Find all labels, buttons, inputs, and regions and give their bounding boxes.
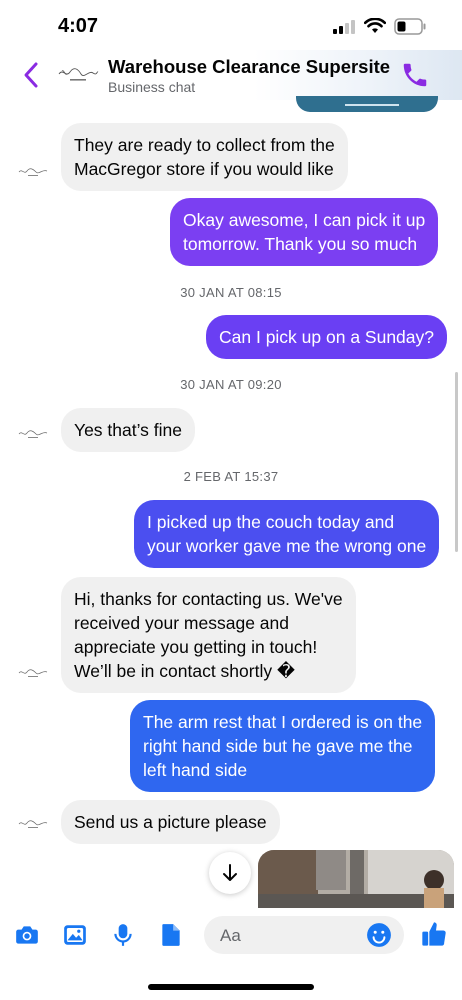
- message-line: tomorrow. Thank you so much: [183, 234, 418, 254]
- business-avatar: [18, 430, 48, 438]
- wifi-icon: [364, 18, 386, 33]
- home-indicator[interactable]: [148, 984, 314, 990]
- timestamp-divider: 30 JAN AT 09:20: [180, 377, 282, 392]
- emoji-icon[interactable]: [366, 922, 392, 948]
- message-line: Okay awesome, I can pick it up: [183, 210, 426, 230]
- status-time: 4:07: [58, 15, 99, 37]
- message-bubble-outgoing[interactable]: I picked up the couch today and your wor…: [134, 500, 440, 568]
- message-input-placeholder: Aa: [220, 926, 241, 945]
- scroll-to-bottom-button[interactable]: [209, 852, 251, 894]
- message-line: Yes that’s fine: [74, 420, 182, 440]
- thumbs-up-icon[interactable]: [420, 920, 448, 948]
- business-avatar: [18, 669, 48, 677]
- status-bar: 4:07: [0, 0, 462, 50]
- message-line: We’ll be in contact shortly �: [74, 661, 295, 681]
- message-line: left hand side: [143, 760, 248, 780]
- message-line: They are ready to collect from the: [74, 135, 335, 155]
- message-line: Can I pick up on a Sunday?: [219, 327, 435, 347]
- photo-preview: [258, 850, 454, 908]
- message-line: I picked up the couch today and: [147, 512, 395, 532]
- timestamp-divider: 2 FEB AT 15:37: [183, 469, 279, 484]
- photo-attachment[interactable]: [258, 850, 454, 908]
- battery-icon: [394, 18, 426, 35]
- chat-title: Warehouse Clearance Supersite: [108, 56, 391, 77]
- back-chevron-icon[interactable]: [20, 58, 44, 92]
- message-line: The arm rest that I ordered is on the: [143, 712, 423, 732]
- phone-call-icon[interactable]: [400, 60, 430, 90]
- message-bubble-outgoing[interactable]: Can I pick up on a Sunday?: [206, 315, 448, 359]
- business-avatar: [18, 168, 48, 176]
- business-logo[interactable]: [56, 56, 100, 92]
- document-icon[interactable]: [158, 922, 184, 948]
- business-avatar: [18, 820, 48, 828]
- scrollbar[interactable]: [455, 372, 458, 552]
- timestamp-divider: 30 JAN AT 08:15: [180, 285, 282, 300]
- message-composer: Aa: [0, 908, 462, 964]
- gallery-icon[interactable]: [62, 922, 88, 948]
- message-bubble-incoming[interactable]: They are ready to collect from the MacGr…: [61, 123, 348, 191]
- chat-subtitle: Business chat: [108, 79, 196, 95]
- message-line: Send us a picture please: [74, 812, 267, 832]
- message-bubble-incoming[interactable]: Hi, thanks for contacting us. We've rece…: [61, 577, 356, 693]
- message-bubble-outgoing[interactable]: Okay awesome, I can pick it up tomorrow.…: [170, 198, 439, 266]
- message-line: received your message and: [74, 613, 289, 633]
- message-line: appreciate you getting in touch!: [74, 637, 318, 657]
- message-line: right hand side but he gave me the: [143, 736, 413, 756]
- message-bubble-outgoing[interactable]: The arm rest that I ordered is on the ri…: [130, 700, 436, 792]
- message-bubble-incoming[interactable]: Send us a picture please: [61, 800, 280, 844]
- arrow-down-icon: [223, 864, 237, 881]
- photo-detail: [345, 104, 399, 106]
- chat-header: Warehouse Clearance Supersite Business c…: [0, 50, 462, 100]
- cellular-signal-icon: [333, 20, 355, 34]
- message-line: Hi, thanks for contacting us. We've: [74, 589, 343, 609]
- message-bubble-incoming[interactable]: Yes that’s fine: [61, 408, 195, 452]
- microphone-icon[interactable]: [110, 922, 136, 948]
- camera-icon[interactable]: [14, 922, 40, 948]
- message-line: MacGregor store if you would like: [74, 159, 334, 179]
- message-line: your worker gave me the wrong one: [147, 536, 427, 556]
